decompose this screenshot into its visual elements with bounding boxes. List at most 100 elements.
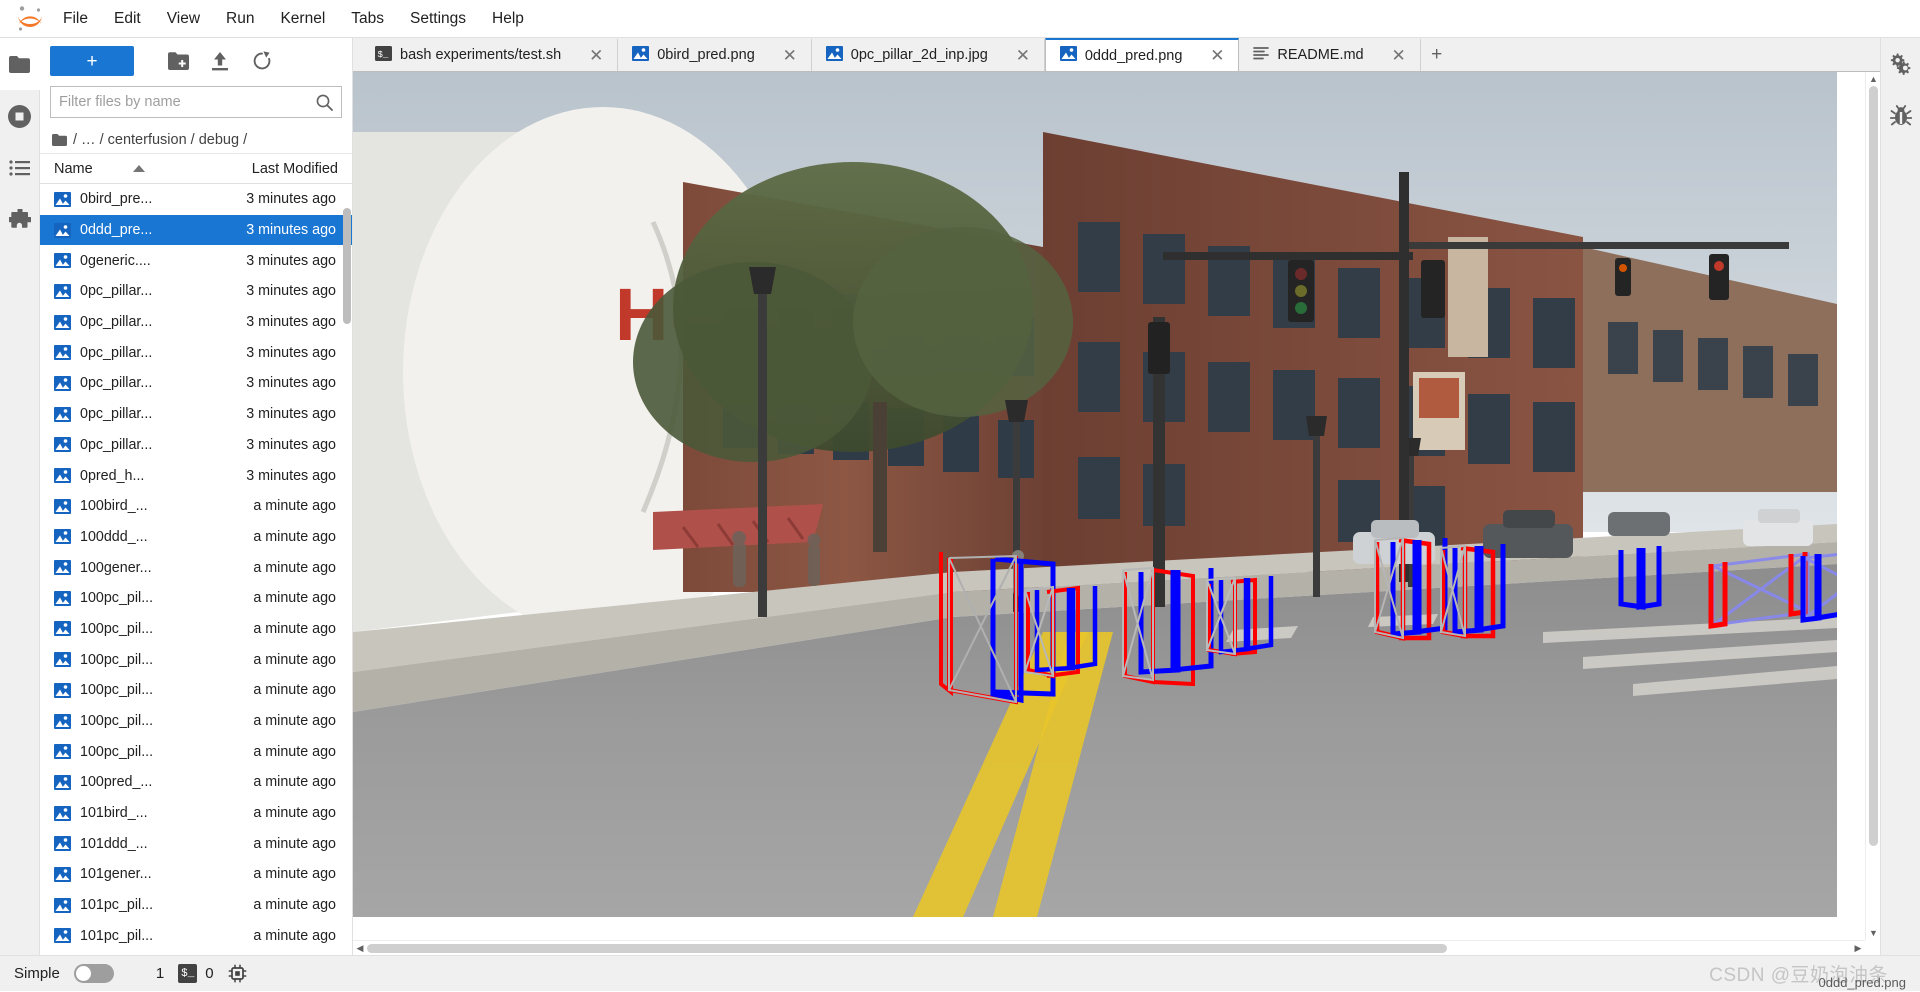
tab-0bird-pred-png[interactable]: 0bird_pred.png ✕ [618,39,812,71]
file-list-item[interactable]: 0pc_pillar... 3 minutes ago [40,368,352,399]
file-list-item[interactable]: 0pc_pillar... 3 minutes ago [40,307,352,338]
file-list-item[interactable]: 101ddd_... a minute ago [40,828,352,859]
image-file-icon [54,744,71,760]
file-list-item[interactable]: 100pred_... a minute ago [40,767,352,798]
kernel-status-item[interactable] [228,964,247,983]
file-list-scrollbar[interactable] [343,208,351,324]
file-list-item[interactable]: 0pc_pillar... 3 minutes ago [40,337,352,368]
menu-tabs[interactable]: Tabs [338,4,397,34]
sidebar-item-file-browser[interactable] [0,38,40,90]
horizontal-scroll-thumb[interactable] [367,944,1447,953]
file-list-item[interactable]: 0pc_pillar... 3 minutes ago [40,430,352,461]
file-list-item[interactable]: 0pc_pillar... 3 minutes ago [40,399,352,430]
file-list-item[interactable]: 100pc_pil... a minute ago [40,706,352,737]
file-list-item[interactable]: 0generic.... 3 minutes ago [40,245,352,276]
file-list-item[interactable]: 100pc_pil... a minute ago [40,614,352,645]
image-file-icon [54,191,71,207]
file-list-item[interactable]: 0ddd_pre... 3 minutes ago [40,214,352,246]
file-list-item[interactable]: 101pc_pil... a minute ago [40,921,352,952]
close-icon[interactable]: ✕ [587,47,605,64]
tab-0ddd-pred-png[interactable]: 0ddd_pred.png ✕ [1044,38,1240,71]
menu-view[interactable]: View [154,4,213,34]
file-list-item[interactable]: 0bird_pre... 3 minutes ago [40,184,352,215]
image-file-icon [632,45,650,65]
file-modified: a minute ago [253,498,336,515]
breadcrumb[interactable]: / … / centerfusion / debug / [40,126,352,154]
viewer-vertical-scrollbar[interactable]: ▲ ▼ [1865,72,1880,940]
new-launcher-button[interactable]: + [50,46,134,76]
close-icon[interactable]: ✕ [1390,47,1408,64]
menu-settings[interactable]: Settings [397,4,479,34]
sort-ascending-icon [132,161,145,177]
file-list-item[interactable]: 101bird_... a minute ago [40,798,352,829]
image-viewer[interactable]: Hoo [353,72,1880,955]
file-list-item[interactable]: 100pc_pil... a minute ago [40,644,352,675]
scroll-right-arrow[interactable]: ▶ [1851,941,1865,955]
file-list[interactable]: 0bird_pre... 3 minutes ago 0ddd_pre... 3 mi… [40,184,352,955]
file-list-item[interactable]: 100pc_pil... a minute ago [40,736,352,767]
image-file-icon [54,406,71,422]
simple-mode-toggle[interactable] [73,964,114,983]
file-modified: 3 minutes ago [246,436,336,453]
file-list-item[interactable]: 101pc_pil... a minute ago [40,890,352,921]
breadcrumb-path[interactable]: / … / centerfusion / debug / [73,132,247,148]
file-modified: 3 minutes ago [246,344,336,361]
image-file-icon [54,498,71,514]
scroll-down-arrow[interactable]: ▼ [1866,926,1880,940]
menu-help[interactable]: Help [479,4,537,34]
upload-icon[interactable] [202,46,238,76]
main-shell: + Filter files by name / … / centerfusio… [0,38,1920,955]
file-list-item[interactable]: 100bird_... a minute ago [40,491,352,522]
file-modified: a minute ago [253,743,336,760]
tab-0pc-pillar-2d-inp-jpg[interactable]: 0pc_pillar_2d_inp.jpg ✕ [811,39,1045,71]
file-list-item[interactable]: 0pred_h... 3 minutes ago [40,460,352,491]
bug-icon [1889,105,1912,126]
tab-label: README.md [1277,47,1364,63]
add-tab-button[interactable]: + [1421,39,1453,71]
folder-icon [52,133,67,146]
file-name: 0pc_pillar... [80,436,153,453]
menu-run[interactable]: Run [213,4,267,34]
image-file-icon [54,652,71,668]
file-list-item[interactable]: 100pc_pil... a minute ago [40,675,352,706]
close-icon[interactable]: ✕ [1208,47,1226,64]
sidebar-item-debugger[interactable] [1881,90,1920,142]
close-icon[interactable]: ✕ [1014,47,1032,64]
file-list-item[interactable]: 0pc_pillar... 3 minutes ago [40,276,352,307]
image-file-icon [54,283,71,299]
image-file-icon [54,375,71,391]
image-file-icon [54,621,71,637]
image-file-icon [54,468,71,484]
kernel-count-item[interactable]: 1 [156,965,164,982]
vertical-scroll-thumb[interactable] [1869,86,1878,846]
scroll-up-arrow[interactable]: ▲ [1866,72,1880,86]
menu-edit[interactable]: Edit [101,4,154,34]
close-icon[interactable]: ✕ [781,47,799,64]
sidebar-item-property-inspector[interactable] [1881,38,1920,90]
new-folder-icon[interactable] [160,46,196,76]
column-header-last-modified[interactable]: Last Modified [202,161,352,177]
viewer-horizontal-scrollbar[interactable]: ◀ ▶ [353,940,1865,955]
terminal-count-item[interactable]: $_ 0 [178,964,214,983]
image-filename-label: 0ddd_pred.png [1818,975,1906,990]
file-list-item[interactable]: 100ddd_... a minute ago [40,522,352,553]
column-header-name[interactable]: Name [40,161,202,177]
sidebar-item-commands[interactable] [0,142,40,194]
image-file-icon [54,222,71,238]
file-list-item[interactable]: 100gener... a minute ago [40,552,352,583]
tab-bash-experiments-test-sh[interactable]: $_ bash experiments/test.sh ✕ [361,39,619,71]
tab-readme-md[interactable]: README.md ✕ [1239,39,1421,71]
file-list-item[interactable]: 101gener... a minute ago [40,859,352,890]
image-file-icon [54,191,71,207]
file-name: 100ddd_... [80,528,148,545]
menu-kernel[interactable]: Kernel [267,4,338,34]
refresh-icon[interactable] [244,46,280,76]
search-input[interactable] [51,94,316,110]
file-name: 100pc_pil... [80,620,154,637]
image-file-icon [54,314,71,330]
menu-file[interactable]: File [50,4,101,34]
scroll-left-arrow[interactable]: ◀ [353,941,367,955]
sidebar-item-running[interactable] [0,90,40,142]
sidebar-item-extensions[interactable] [0,194,40,246]
file-list-item[interactable]: 100pc_pil... a minute ago [40,583,352,614]
